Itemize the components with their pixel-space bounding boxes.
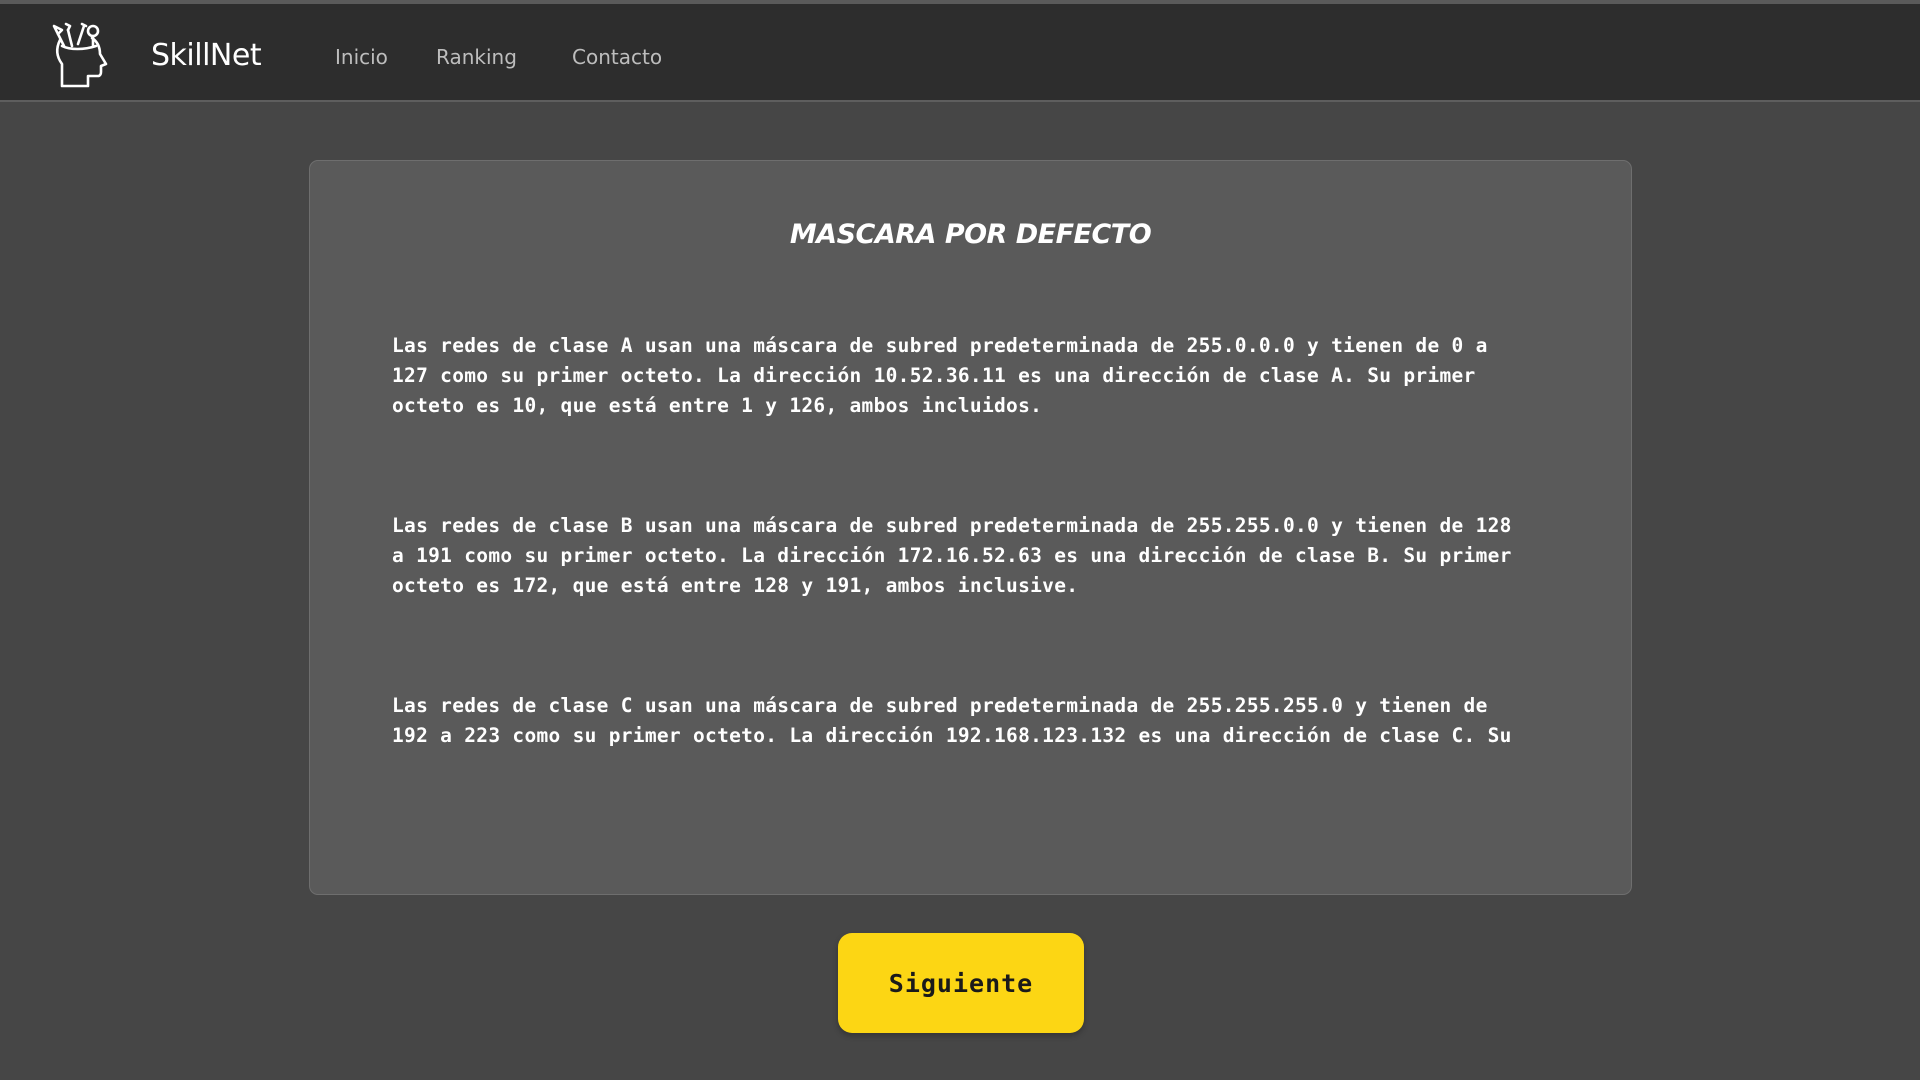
content-card: MASCARA POR DEFECTO Las redes de clase A… — [309, 160, 1632, 895]
nav-link-contacto[interactable]: Contacto — [572, 45, 662, 69]
head-with-tools-icon[interactable] — [48, 18, 114, 90]
paragraph-class-a: Las redes de clase A usan una máscara de… — [392, 334, 1488, 417]
nav-link-ranking[interactable]: Ranking — [436, 45, 517, 69]
card-title: MASCARA POR DEFECTO — [789, 219, 1152, 250]
paragraph-class-c: Las redes de clase C usan una máscara de… — [392, 694, 1512, 747]
brand-name[interactable]: SkillNet — [151, 38, 262, 73]
paragraph-class-b: Las redes de clase B usan una máscara de… — [392, 514, 1512, 597]
navbar: SkillNet Inicio Ranking Contacto — [0, 0, 1920, 102]
nav-link-inicio[interactable]: Inicio — [335, 45, 388, 69]
next-button[interactable]: Siguiente — [838, 933, 1084, 1033]
